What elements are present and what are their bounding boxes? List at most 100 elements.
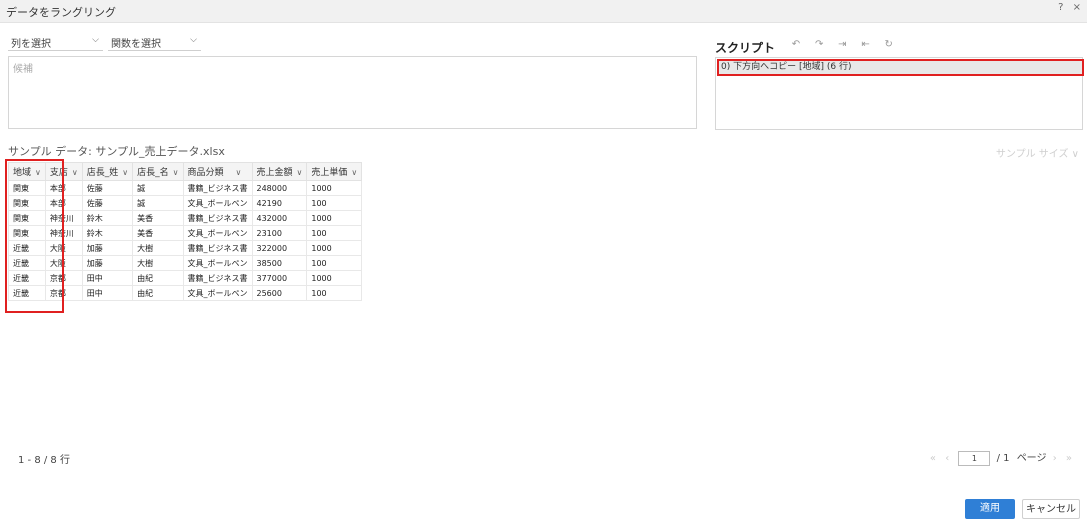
cell[interactable]: 誠 <box>132 195 184 211</box>
cell[interactable]: 38500 <box>251 255 308 271</box>
cell[interactable]: 大阪 <box>44 240 83 256</box>
cell[interactable]: 鈴木 <box>81 225 134 241</box>
chevron-down-icon[interactable]: ∨ <box>351 168 357 177</box>
chevron-down-icon[interactable]: ∨ <box>122 168 128 177</box>
function-select[interactable]: 関数を選択 ⌵ <box>108 34 201 51</box>
cell[interactable]: 神奈川 <box>44 225 83 241</box>
chevron-down-icon[interactable]: ∨ <box>297 168 303 177</box>
column-select-label: 列を選択 <box>11 39 51 50</box>
cell[interactable]: 377000 <box>251 270 308 286</box>
cell[interactable]: 書籍_ビジネス書 <box>182 180 253 196</box>
cell[interactable]: 文具_ボールペン <box>182 285 253 301</box>
export-icon[interactable]: ⇥ <box>832 39 852 50</box>
script-heading: スクリプト <box>715 41 776 55</box>
column-header-branch[interactable]: 支店 ∨ <box>44 162 83 181</box>
table-row: 関東 神奈川 鈴木 美香 書籍_ビジネス書 432000 1000 <box>8 210 363 226</box>
cell[interactable]: 432000 <box>251 210 308 226</box>
cell[interactable]: 京都 <box>44 270 83 286</box>
cell[interactable]: 関東 <box>8 195 46 211</box>
cell[interactable]: 100 <box>306 225 363 241</box>
dialog-titlebar: データをラングリング ? × <box>0 0 1087 23</box>
chevron-down-icon[interactable]: ∨ <box>173 168 179 177</box>
cell[interactable]: 佐藤 <box>81 180 134 196</box>
first-page-icon[interactable]: « <box>930 453 936 464</box>
cell[interactable]: 関東 <box>8 225 46 241</box>
chevron-down-icon[interactable]: ∨ <box>236 168 242 177</box>
cell[interactable]: 文具_ボールペン <box>182 255 253 271</box>
column-header-region[interactable]: 地域 ∨ <box>8 162 46 181</box>
cell[interactable]: 大樹 <box>132 255 184 271</box>
cell[interactable]: 田中 <box>81 270 134 286</box>
cell[interactable]: 322000 <box>251 240 308 256</box>
cell[interactable]: 田中 <box>81 285 134 301</box>
cell[interactable]: 近畿 <box>8 270 46 286</box>
cancel-button[interactable]: キャンセル <box>1022 499 1080 519</box>
cell[interactable]: 248000 <box>251 180 308 196</box>
cell[interactable]: 関東 <box>8 210 46 226</box>
data-table: 地域 ∨ 支店 ∨ 店長_姓 ∨ 店長_名 ∨ 商品分類 ∨ 売上金額 ∨ 売上単価 ∨ 関東… <box>8 162 363 301</box>
column-select[interactable]: 列を選択 ⌵ <box>8 34 103 51</box>
cell[interactable]: 書籍_ビジネス書 <box>182 270 253 286</box>
cell[interactable]: 美香 <box>132 210 184 226</box>
next-page-icon[interactable]: › <box>1053 453 1057 464</box>
cell[interactable]: 関東 <box>8 180 46 196</box>
redo-icon[interactable]: ↷ <box>809 39 829 50</box>
cell[interactable]: 100 <box>306 285 363 301</box>
cell[interactable]: 神奈川 <box>44 210 83 226</box>
cell[interactable]: 文具_ボールペン <box>182 225 253 241</box>
cell[interactable]: 加藤 <box>81 255 134 271</box>
chevron-down-icon: ⌵ <box>92 35 99 45</box>
column-header-category[interactable]: 商品分類 ∨ <box>182 162 253 181</box>
cell[interactable]: 近畿 <box>8 285 46 301</box>
cell[interactable]: 1000 <box>306 180 363 196</box>
script-toolbar: ↶ ↷ ⇥ ⇤ ↻ <box>786 39 899 50</box>
candidates-box[interactable]: 候補 <box>8 56 697 129</box>
cell[interactable]: 1000 <box>306 240 363 256</box>
cell[interactable]: 23100 <box>251 225 308 241</box>
cell[interactable]: 25600 <box>251 285 308 301</box>
cell[interactable]: 鈴木 <box>81 210 134 226</box>
undo-icon[interactable]: ↶ <box>786 39 806 50</box>
cell[interactable]: 大阪 <box>44 255 83 271</box>
cell[interactable]: 1000 <box>306 210 363 226</box>
cell[interactable]: 由紀 <box>132 285 184 301</box>
cell[interactable]: 書籍_ビジネス書 <box>182 210 253 226</box>
prev-page-icon[interactable]: ‹ <box>945 453 949 464</box>
cell[interactable]: 近畿 <box>8 255 46 271</box>
page-number-input[interactable]: 1 <box>958 450 991 466</box>
table-row: 関東 神奈川 鈴木 美香 文具_ボールペン 23100 100 <box>8 225 363 241</box>
chevron-down-icon: ⌵ <box>190 35 197 45</box>
script-step[interactable]: 0) 下方向へコピー [地域] (6 行) <box>717 59 1084 76</box>
cell[interactable]: 加藤 <box>81 240 134 256</box>
column-header-sales-amount[interactable]: 売上金額 ∨ <box>251 162 308 181</box>
column-header-unit-price[interactable]: 売上単価 ∨ <box>306 162 363 181</box>
cell[interactable]: 本部 <box>44 180 83 196</box>
cell[interactable]: 近畿 <box>8 240 46 256</box>
apply-button[interactable]: 適用 <box>965 499 1015 519</box>
chevron-down-icon[interactable]: ∨ <box>72 168 78 177</box>
cell[interactable]: 42190 <box>251 195 308 211</box>
help-icon[interactable]: ? <box>1058 2 1063 13</box>
cell[interactable]: 由紀 <box>132 270 184 286</box>
cell[interactable]: 京都 <box>44 285 83 301</box>
import-icon[interactable]: ⇤ <box>856 39 876 50</box>
column-header-manager-first[interactable]: 店長_名 ∨ <box>132 162 184 181</box>
cell[interactable]: 本部 <box>44 195 83 211</box>
reset-icon[interactable]: ↻ <box>879 39 899 50</box>
cell[interactable]: 書籍_ビジネス書 <box>182 240 253 256</box>
sample-size-select[interactable]: サンプル サイズ ∨ <box>996 145 1079 160</box>
last-page-icon[interactable]: » <box>1066 453 1072 464</box>
cell[interactable]: 大樹 <box>132 240 184 256</box>
cell[interactable]: 佐藤 <box>81 195 134 211</box>
cell[interactable]: 文具_ボールペン <box>182 195 253 211</box>
cell[interactable]: 100 <box>306 195 363 211</box>
chevron-down-icon[interactable]: ∨ <box>35 168 41 177</box>
cell[interactable]: 100 <box>306 255 363 271</box>
cell[interactable]: 1000 <box>306 270 363 286</box>
script-box: 0) 下方向へコピー [地域] (6 行) <box>715 57 1084 130</box>
cell[interactable]: 誠 <box>132 180 184 196</box>
pager: « ‹ 1 / 1 ページ › » <box>927 449 1075 466</box>
column-header-manager-last[interactable]: 店長_姓 ∨ <box>81 162 134 181</box>
close-icon[interactable]: × <box>1073 2 1081 13</box>
cell[interactable]: 美香 <box>132 225 184 241</box>
